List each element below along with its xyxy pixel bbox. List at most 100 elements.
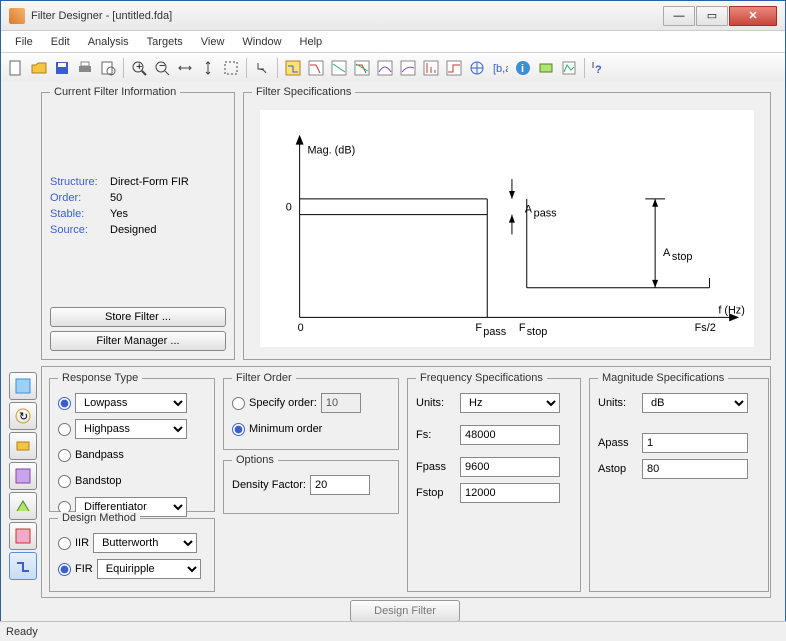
cfi-structure-value: Direct-Form FIR [110,176,189,188]
open-icon[interactable] [28,57,50,79]
menu-view[interactable]: View [193,34,233,50]
impulse-icon[interactable] [420,57,442,79]
status-bar: Ready [0,621,786,641]
svg-text:stop: stop [672,251,693,263]
realize-icon[interactable] [535,57,557,79]
polezero-icon[interactable] [466,57,488,79]
menu-targets[interactable]: Targets [139,34,191,50]
cfi-stable-value: Yes [110,208,128,220]
menu-file[interactable]: File [7,34,41,50]
density-input[interactable] [310,475,370,495]
astop-input[interactable] [642,459,748,479]
fo-specify-label: Specify order: [249,397,317,409]
undo-icon[interactable] [251,57,273,79]
rt-bandpass-radio[interactable] [58,449,71,462]
help-icon[interactable]: ? [589,57,611,79]
fspec-units-select[interactable]: Hz [460,393,560,413]
dm-iir-label: IIR [75,537,89,549]
dm-fir-label: FIR [75,563,93,575]
current-filter-info: Current Filter Information Structure:Dir… [41,86,235,360]
svg-text:?: ? [595,64,602,76]
step-icon[interactable] [443,57,465,79]
dm-iir-select[interactable]: Butterworth [93,533,197,553]
tab-transform[interactable] [9,522,37,550]
mspec-units-select[interactable]: dB [642,393,748,413]
opts-legend: Options [232,454,278,466]
forder-legend: Filter Order [232,372,296,384]
fpass-input[interactable] [460,457,560,477]
save-icon[interactable] [51,57,73,79]
tab-design[interactable] [9,552,37,580]
store-filter-button[interactable]: Store Filter ... [50,307,226,327]
cfi-source-label: Source: [50,224,110,236]
zoom-out-icon[interactable]: − [151,57,173,79]
status-text: Ready [6,626,38,638]
svg-text:F: F [475,322,482,334]
cfi-source-value: Designed [110,224,156,236]
rt-lowpass-select[interactable]: Lowpass [75,393,187,413]
info-icon[interactable]: i [512,57,534,79]
cfi-legend: Current Filter Information [50,86,180,98]
tab-polezero[interactable]: ↻ [9,402,37,430]
new-icon[interactable] [5,57,27,79]
menu-edit[interactable]: Edit [43,34,78,50]
dm-fir-select[interactable]: Equiripple [97,559,201,579]
svg-text:0: 0 [298,322,304,334]
svg-text:pass: pass [483,326,507,338]
print-preview-icon[interactable] [97,57,119,79]
fstop-label: Fstop [416,487,456,499]
design-method: Design Method IIRButterworth FIREquiripp… [49,512,215,592]
svg-text:Fs/2: Fs/2 [695,322,716,334]
rt-highpass-select[interactable]: Highpass [75,419,187,439]
tab-realize[interactable] [9,432,37,460]
apass-input[interactable] [642,433,748,453]
tab-import[interactable] [9,372,37,400]
fspec-legend: Frequency Specifications [416,372,547,384]
svg-text:pass: pass [534,208,558,220]
coeffs-icon[interactable]: [b,a] [489,57,511,79]
print-icon[interactable] [74,57,96,79]
filter-specs-panel: Filter Specifications [243,86,771,360]
round-icon[interactable] [558,57,580,79]
rt-bandstop-radio[interactable] [58,475,71,488]
svg-text:[b,a]: [b,a] [493,63,508,75]
menu-analysis[interactable]: Analysis [80,34,137,50]
group-delay-icon[interactable] [374,57,396,79]
dm-fir-radio[interactable] [58,563,71,576]
fpass-label: Fpass [416,461,456,473]
close-button[interactable]: ✕ [729,6,777,26]
svg-text:+: + [136,61,142,73]
mag-resp-icon[interactable] [305,57,327,79]
specs-plot: Mag. (dB) f (Hz) 0 0 Fpass Fstop Fs/2 Ap… [260,110,754,347]
mag-phase-icon[interactable] [351,57,373,79]
rt-highpass-radio[interactable] [58,423,71,436]
dm-iir-radio[interactable] [58,537,71,550]
cfi-order-label: Order: [50,192,110,204]
density-label: Density Factor: [232,479,306,491]
astop-label: Astop [598,463,638,475]
fo-min-radio[interactable] [232,423,245,436]
filter-manager-button[interactable]: Filter Manager ... [50,331,226,351]
apass-label: Apass [598,437,638,449]
zoom-fit-icon[interactable] [220,57,242,79]
fstop-input[interactable] [460,483,560,503]
zoom-in-icon[interactable]: + [128,57,150,79]
menu-window[interactable]: Window [234,34,289,50]
fo-specify-radio[interactable] [232,397,245,410]
tab-quantize[interactable] [9,462,37,490]
menu-help[interactable]: Help [292,34,331,50]
fs-input[interactable] [460,425,560,445]
maximize-button[interactable]: ▭ [696,6,728,26]
svg-text:i: i [521,63,524,75]
design-filter-button[interactable]: Design Filter [350,600,460,622]
xlabel: f (Hz) [718,304,745,316]
zoom-y-icon[interactable] [197,57,219,79]
minimize-button[interactable]: ― [663,6,695,26]
filter-specs-icon[interactable] [282,57,304,79]
rt-lowpass-radio[interactable] [58,397,71,410]
zoom-x-icon[interactable] [174,57,196,79]
phase-resp-icon[interactable] [328,57,350,79]
tab-multirate[interactable] [9,492,37,520]
fo-min-label: Minimum order [249,423,322,435]
phase-delay-icon[interactable] [397,57,419,79]
